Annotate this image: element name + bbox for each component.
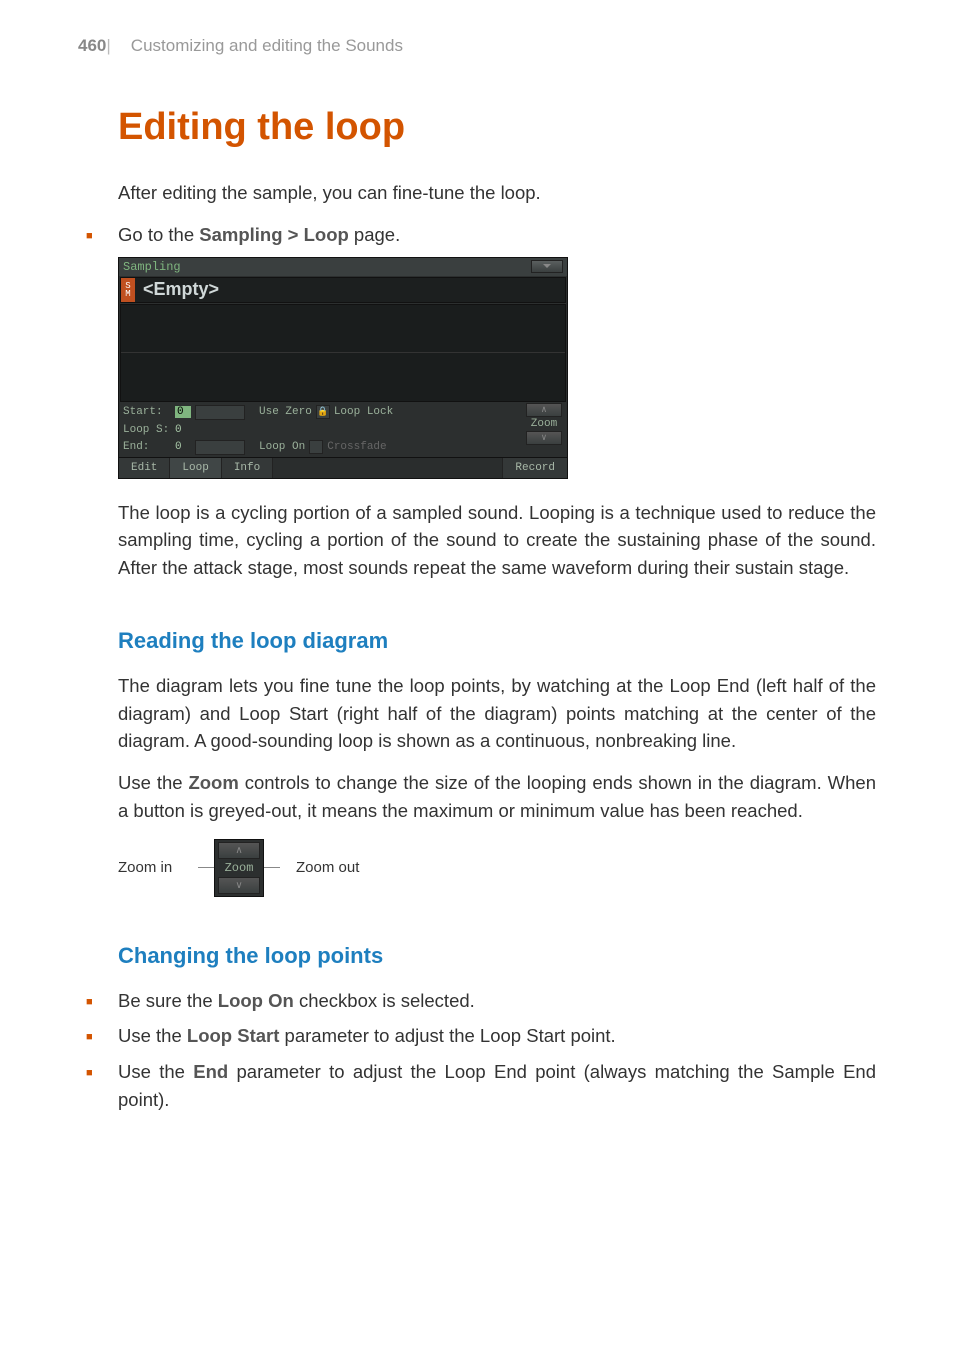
callout-line-icon [198,867,214,868]
menu-button[interactable] [531,260,563,273]
page-title: Editing the loop [118,106,876,149]
bullet-icon: ■ [86,221,118,249]
text: Be sure the [118,990,218,1011]
tab-info[interactable]: Info [222,458,273,478]
goto-instruction: ■ Go to the Sampling > Loop page. [86,221,876,249]
changing-heading: Changing the loop points [118,943,876,969]
looplock-label: Loop Lock [334,406,393,418]
text: Use the [118,1061,193,1082]
params-row-1: Start: 0 Use Zero Loop Lock [119,403,567,422]
zoom-in-callout: Zoom in [118,859,198,876]
window-title: Sampling [123,260,181,274]
text: Go to the [118,224,199,245]
end-slider[interactable] [195,440,245,455]
zoom-out-button[interactable]: ∨ [218,877,260,894]
zoom-paragraph: Use the Zoom controls to change the size… [118,769,876,825]
reading-paragraph: The diagram lets you fine tune the loop … [118,672,876,755]
waveform-top [121,305,565,353]
start-slider[interactable] [195,405,245,420]
start-value[interactable]: 0 [175,406,191,418]
loops-value[interactable]: 0 [175,424,191,436]
loopon-bold: Loop On [218,990,294,1011]
zoom-out-button[interactable]: ∨ [526,431,562,445]
bullet-2: ■ Use the Loop Start parameter to adjust… [86,1022,876,1050]
params-row-2: Loop S: 0 [119,422,567,438]
zoom-figure: Zoom in ∧ Zoom ∨ Zoom out [118,839,876,897]
callout-line-icon [264,867,280,868]
page-number: 460 [78,36,106,56]
start-label: Start: [123,406,171,418]
reading-heading: Reading the loop diagram [118,628,876,654]
params-row-3: End: 0 Loop On Crossfade [119,438,567,457]
tab-record[interactable]: Record [502,458,567,478]
text: checkbox is selected. [294,990,475,1011]
looplock-checkbox[interactable] [316,405,330,419]
titlebar: Sampling [119,258,567,276]
bullet-1: ■ Be sure the Loop On checkbox is select… [86,987,876,1015]
text: page. [349,224,400,245]
bullet-icon: ■ [86,987,118,1015]
divider: | [106,36,110,56]
crossfade-label: Crossfade [327,441,386,453]
end-label: End: [123,441,171,453]
zoom-in-button[interactable]: ∧ [526,403,562,417]
text: parameter to adjust the Loop End point (… [118,1061,876,1110]
zoom-in-button[interactable]: ∧ [218,842,260,859]
loop-paragraph: The loop is a cycling portion of a sampl… [118,499,876,582]
zoom-widget: ∧ Zoom ∨ [214,839,264,897]
sm-toggle[interactable]: SM [121,278,135,302]
text: parameter to adjust the Loop Start point… [279,1025,615,1046]
sample-name-bar: SM <Empty> [120,277,566,303]
page-header: 460 | Customizing and editing the Sounds [0,0,954,66]
waveform-bottom [121,353,565,401]
bullet-icon: ■ [86,1022,118,1050]
tabs: Edit Loop Info Record [119,457,567,478]
bullet-icon: ■ [86,1058,118,1114]
text: Use the [118,772,188,793]
zoom-label: Zoom [225,861,254,875]
chapter-title: Customizing and editing the Sounds [131,36,403,56]
zoom-bold: Zoom [188,772,238,793]
loops-label: Loop S: [123,424,171,436]
zoom-label: Zoom [524,418,564,430]
breadcrumb-path: Sampling > Loop [199,224,349,245]
end-value[interactable]: 0 [175,441,191,453]
sampling-window: Sampling SM <Empty> Start: 0 Use Zero Lo… [118,257,568,479]
loopon-checkbox[interactable] [309,440,323,454]
zoom-out-callout: Zoom out [296,859,359,876]
sample-name: <Empty> [135,279,219,300]
end-bold: End [193,1061,228,1082]
waveform-display[interactable] [120,304,566,402]
loopon-label: Loop On [259,441,305,453]
loopstart-bold: Loop Start [187,1025,280,1046]
bullet-3: ■ Use the End parameter to adjust the Lo… [86,1058,876,1114]
intro-paragraph: After editing the sample, you can fine-t… [118,179,876,207]
tab-loop[interactable]: Loop [170,458,221,478]
tab-edit[interactable]: Edit [119,458,170,478]
usezero-label: Use Zero [259,406,312,418]
text: Use the [118,1025,187,1046]
